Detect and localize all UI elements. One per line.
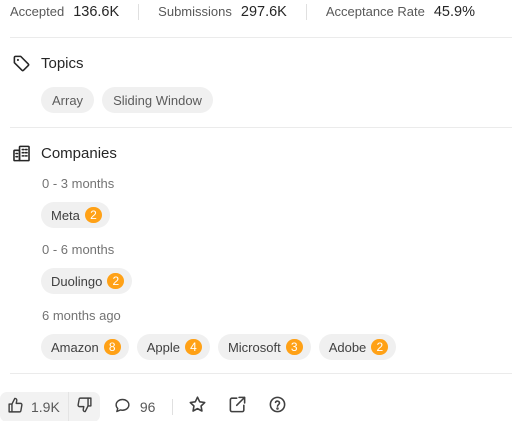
star-icon (188, 395, 207, 419)
submissions-label: Submissions (158, 4, 232, 19)
tag-icon (12, 54, 31, 73)
topic-list: Array Sliding Window (41, 87, 213, 113)
vote-group: 1.9K (0, 392, 100, 421)
submissions-value: 297.6K (240, 4, 287, 20)
company-count-badge: 2 (371, 339, 389, 355)
building-icon (12, 144, 31, 163)
company-chip-duolingo[interactable]: Duolingo 2 (41, 268, 133, 294)
company-list: Meta 2 (41, 202, 110, 228)
comments-button[interactable]: 96 (114, 397, 156, 417)
company-list: Amazon 8 Apple 4 Microsoft 3 Adobe 2 (41, 334, 397, 360)
footer-actions: 1.9K 96 (0, 391, 307, 421)
company-group-label: 0 - 6 months (42, 242, 115, 257)
company-chip-adobe[interactable]: Adobe 2 (318, 334, 397, 360)
company-group-label: 0 - 3 months (42, 176, 115, 191)
comment-count: 96 (139, 399, 156, 415)
company-count-badge: 4 (184, 339, 202, 355)
footer-divider (172, 399, 174, 415)
acceptance-rate-label: Acceptance Rate (325, 4, 425, 19)
acceptance-rate-stat: Acceptance Rate 45.9% (326, 4, 475, 20)
company-count-badge: 2 (84, 207, 102, 223)
topic-chip[interactable]: Array (41, 87, 95, 113)
company-group-label: 6 months ago (42, 308, 121, 323)
dislike-button[interactable] (67, 392, 100, 421)
company-name: Amazon (51, 339, 99, 355)
company-count-badge: 3 (285, 339, 303, 355)
topics-header[interactable]: Topics (12, 54, 84, 73)
companies-header[interactable]: Companies (12, 144, 117, 163)
company-chip-meta[interactable]: Meta 2 (41, 202, 110, 228)
comment-icon (114, 397, 131, 417)
like-button[interactable]: 1.9K (0, 392, 68, 421)
section-divider (10, 37, 512, 38)
company-name: Microsoft (227, 339, 281, 355)
section-divider (10, 373, 512, 374)
company-name: Duolingo (51, 273, 103, 289)
share-button[interactable] (227, 395, 247, 419)
thumbs-up-icon (7, 397, 24, 417)
stats-bar: Accepted 136.6K Submissions 297.6K Accep… (10, 0, 475, 24)
company-count-badge: 2 (107, 273, 125, 289)
stat-divider (305, 4, 307, 20)
help-button[interactable] (267, 395, 287, 419)
stat-divider (138, 4, 140, 20)
company-name: Adobe (328, 339, 367, 355)
company-chip-amazon[interactable]: Amazon 8 (41, 334, 129, 360)
company-count-badge: 8 (103, 339, 121, 355)
accepted-value: 136.6K (73, 4, 120, 20)
accepted-label: Accepted (10, 4, 65, 19)
question-circle-icon (268, 395, 287, 419)
company-list: Duolingo 2 (41, 268, 133, 294)
like-count: 1.9K (31, 399, 60, 415)
external-link-icon (228, 395, 247, 419)
accepted-stat: Accepted 136.6K (10, 4, 119, 20)
topic-chip[interactable]: Sliding Window (102, 87, 213, 113)
thumbs-down-icon (76, 396, 93, 418)
company-chip-microsoft[interactable]: Microsoft 3 (217, 334, 311, 360)
company-name: Meta (51, 207, 80, 223)
section-divider (10, 127, 512, 128)
company-name: Apple (146, 339, 180, 355)
companies-title: Companies (41, 145, 117, 162)
favorite-button[interactable] (187, 395, 207, 419)
company-chip-apple[interactable]: Apple 4 (136, 334, 210, 360)
submissions-stat: Submissions 297.6K (158, 4, 287, 20)
topics-title: Topics (41, 55, 84, 72)
acceptance-rate-value: 45.9% (433, 4, 475, 20)
